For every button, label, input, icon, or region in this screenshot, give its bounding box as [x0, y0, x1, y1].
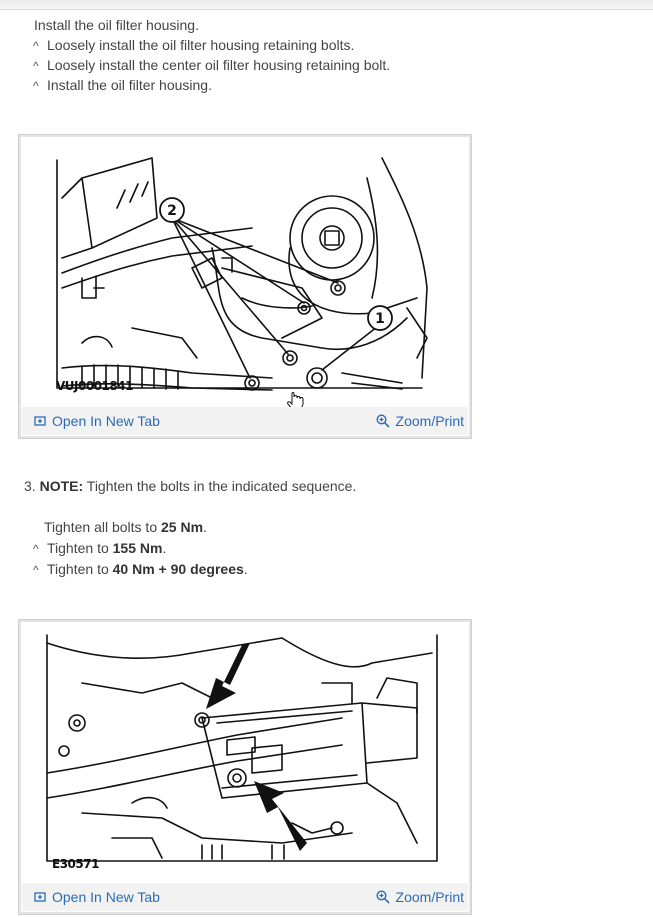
top-toolbar-edge	[0, 0, 653, 10]
tighten-all-line: Tighten all bolts to 25 Nm.	[44, 519, 207, 535]
bullet-caret: ^	[33, 542, 39, 556]
figure-id-label: E30571	[52, 857, 99, 871]
open-in-new-tab-link[interactable]: Open In New Tab	[34, 413, 160, 429]
callout-1: 1	[375, 311, 385, 327]
arrow-upper-icon	[206, 643, 250, 709]
diagram-oil-filter-housing[interactable]: 2 1 VUJ0001841	[22, 138, 468, 410]
zoom-print-link[interactable]: Zoom/Print	[376, 413, 464, 429]
note-text: Tighten the bolts in the indicated seque…	[86, 478, 357, 494]
figure-bolt-sequence: E30571 Open In New Tab Zoom/Print	[18, 619, 472, 915]
bullet-caret: ^	[33, 79, 39, 93]
step-3-note: 3. NOTE: Tighten the bolts in the indica…	[24, 477, 356, 495]
figure-id-label: VUJ0001841	[56, 379, 133, 393]
list-item: ^ Install the oil filter housing.	[33, 77, 212, 93]
callout-2: 2	[167, 203, 177, 219]
bullet-caret: ^	[33, 39, 39, 53]
housing-line-drawing	[46, 634, 438, 862]
zoom-icon	[376, 414, 390, 428]
list-item: ^ Loosely install the oil filter housing …	[33, 37, 355, 53]
bullet-caret: ^	[33, 563, 39, 577]
open-tab-icon	[34, 416, 46, 426]
engine-line-drawing: 2 1	[56, 157, 428, 410]
open-in-new-tab-link[interactable]: Open In New Tab	[34, 889, 160, 905]
note-label: NOTE:	[39, 478, 84, 494]
open-tab-icon	[34, 892, 46, 902]
bullet-caret: ^	[33, 59, 39, 73]
zoom-icon	[376, 890, 390, 904]
list-item: ^ Tighten to 155 Nm.	[33, 540, 167, 556]
step-number: 3.	[24, 478, 36, 494]
step-intro: Install the oil filter housing.	[34, 17, 199, 33]
figure-actions-bar: Open In New Tab Zoom/Print	[22, 407, 468, 435]
figure-actions-bar: Open In New Tab Zoom/Print	[22, 883, 468, 911]
zoom-print-link[interactable]: Zoom/Print	[376, 889, 464, 905]
figure-oil-filter-housing: 2 1 VUJ0001841 Open In New Tab Zoom/Prin…	[18, 134, 472, 439]
list-item: ^ Loosely install the center oil filter h…	[33, 57, 391, 73]
diagram-bolt-sequence[interactable]: E30571	[22, 623, 468, 885]
list-item: ^ Tighten to 40 Nm + 90 degrees.	[33, 561, 248, 577]
